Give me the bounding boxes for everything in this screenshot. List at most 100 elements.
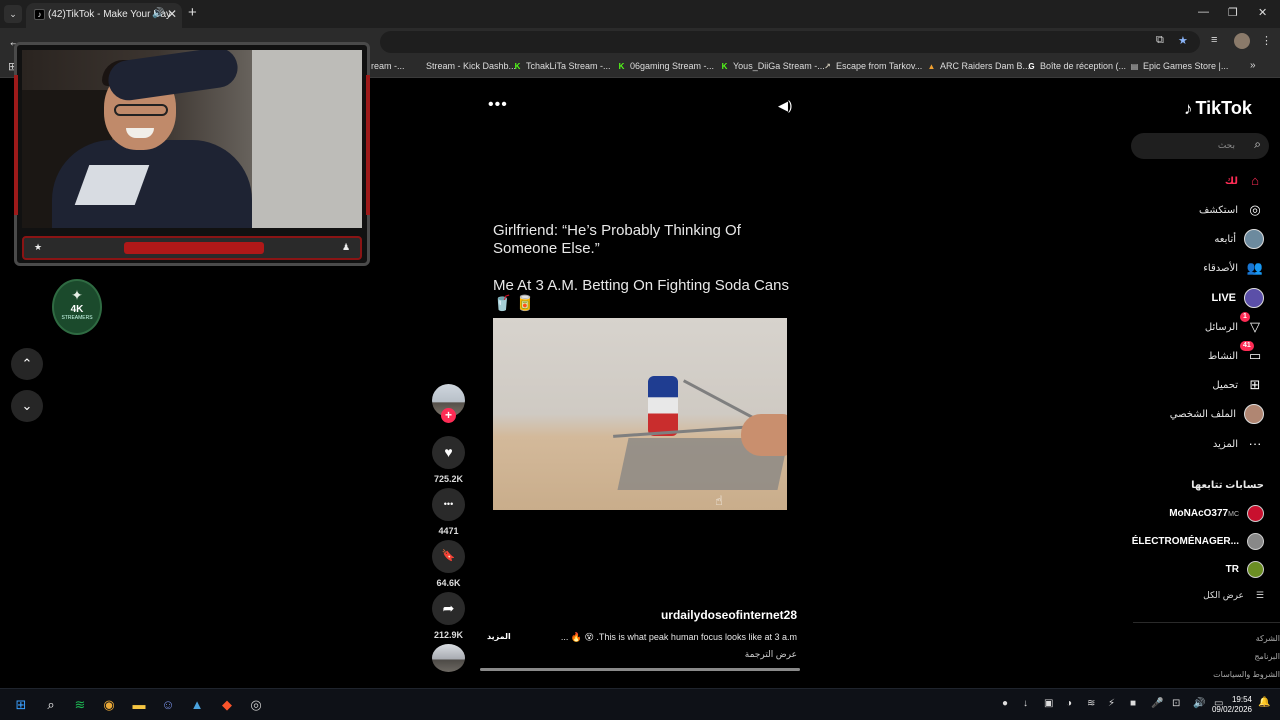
restore-button[interactable]: ❐ bbox=[1228, 6, 1238, 19]
followed-account[interactable]: TR bbox=[1226, 559, 1264, 579]
see-all-label: عرض الكل bbox=[1203, 590, 1244, 600]
activity-icon: ▭ 41 bbox=[1240, 341, 1264, 365]
video-progress-bar[interactable] bbox=[480, 668, 800, 671]
sidebar-item[interactable]: الملف الشخصي bbox=[1170, 403, 1264, 425]
discord-icon[interactable]: ☺ bbox=[157, 694, 179, 716]
comment-icon[interactable]: ••• bbox=[432, 488, 465, 521]
search-input[interactable]: بحث ⌕ bbox=[1131, 133, 1269, 159]
sidebar-item[interactable]: الأصدقاء 👥 bbox=[1203, 257, 1264, 279]
see-all-link[interactable]: عرض الكل ☰ bbox=[1203, 590, 1264, 601]
network-tray-icon[interactable]: ≋ bbox=[1087, 698, 1095, 709]
save-action[interactable]: 🔖 64.6K bbox=[432, 540, 465, 588]
arc-icon: ▲ bbox=[927, 61, 936, 71]
previous-video-button[interactable]: ⌃ bbox=[11, 348, 43, 380]
app-tray-icon[interactable]: ▣ bbox=[1044, 698, 1053, 709]
heart-icon[interactable]: ♥ bbox=[432, 436, 465, 469]
see-more-link[interactable]: المزيد bbox=[487, 632, 511, 641]
account-avatar bbox=[1247, 532, 1264, 550]
brave-icon[interactable]: ◆ bbox=[216, 694, 238, 716]
new-tab-button[interactable]: + bbox=[188, 5, 197, 21]
share-icon[interactable]: ➦ bbox=[432, 592, 465, 625]
video-player[interactable]: ☝ bbox=[493, 318, 787, 510]
sidebar-item-label: النشاط bbox=[1207, 350, 1238, 362]
steam-tray-icon[interactable]: ◑ bbox=[1066, 698, 1072, 709]
record-tray-icon[interactable]: ■ bbox=[1130, 698, 1136, 709]
sidebar-item-label: تحميل bbox=[1212, 379, 1238, 391]
volume-icon[interactable]: ◀) bbox=[778, 98, 792, 114]
tab-close-icon[interactable]: ✕ bbox=[167, 7, 177, 21]
sidebar-item-label: أتابعه bbox=[1214, 233, 1236, 245]
bookmark-item[interactable]: K Yous_DiiGa Stream -... bbox=[720, 61, 825, 71]
bookmark-label: TchakLiTa Stream -... bbox=[526, 61, 611, 71]
bookmark-item[interactable]: ▲ ARC Raiders Dam B... bbox=[927, 61, 1031, 71]
kick-icon: K bbox=[618, 61, 625, 71]
footer-link-program[interactable]: البرنامج bbox=[1254, 652, 1280, 661]
sidebar-item[interactable]: تحميل ⊞ bbox=[1212, 374, 1264, 396]
footer-link-terms[interactable]: الشروط والسياسات bbox=[1213, 670, 1280, 679]
follow-plus-icon[interactable]: + bbox=[441, 408, 456, 423]
sidebar-item[interactable]: لك ⌂ bbox=[1225, 170, 1264, 192]
footer-link-company[interactable]: الشركة bbox=[1256, 634, 1280, 643]
see-translation-link[interactable]: عرض الترجمة bbox=[690, 649, 797, 660]
video-soda-can bbox=[648, 376, 678, 436]
live-avatar-icon bbox=[1244, 288, 1264, 308]
share-action[interactable]: ➦ 212.9K bbox=[432, 592, 465, 640]
photos-icon[interactable]: ▲ bbox=[186, 694, 208, 716]
file-explorer-icon[interactable]: ▬ bbox=[128, 694, 150, 716]
power-tray-icon[interactable]: ⚡ bbox=[1108, 698, 1115, 709]
chrome-icon[interactable]: ◉ bbox=[98, 694, 120, 716]
bookmark-item[interactable]: G Boîte de réception (... bbox=[1027, 61, 1126, 71]
bookmark-label: Epic Games Store |... bbox=[1143, 61, 1229, 71]
obs-icon[interactable]: ◎ bbox=[245, 694, 267, 716]
spotify-tray-icon[interactable]: ● bbox=[1002, 698, 1008, 709]
followed-account[interactable]: ÉLECTROMÉNAGER... bbox=[1132, 531, 1264, 551]
search-icon[interactable]: ⌕ bbox=[1254, 137, 1261, 152]
music-disc-icon[interactable] bbox=[432, 644, 465, 672]
sidebar-item[interactable]: المزيد ··· bbox=[1213, 433, 1264, 455]
bookmark-icon[interactable]: 🔖 bbox=[432, 540, 465, 573]
chevron-up-icon: ⌃ bbox=[21, 356, 33, 371]
star-icon: ★ bbox=[34, 242, 43, 252]
bookmark-item[interactable]: ▤ Epic Games Store |... bbox=[1130, 61, 1229, 71]
system-clock[interactable]: 19:54 09/02/2026 bbox=[1202, 695, 1252, 715]
comment-action[interactable]: ••• 4471 bbox=[432, 488, 465, 536]
download-tray-icon[interactable]: ↓ bbox=[1023, 698, 1028, 709]
tab-list-button[interactable]: ⌄ bbox=[4, 5, 22, 23]
bookmark-item[interactable]: ↗ Escape from Tarkov... bbox=[823, 61, 922, 71]
display-icon[interactable]: ⊡ bbox=[1172, 698, 1180, 709]
search-icon[interactable]: ⌕ bbox=[40, 694, 62, 716]
browser-menu-icon[interactable]: ⋮ bbox=[1261, 34, 1272, 47]
profile-avatar[interactable] bbox=[1234, 33, 1250, 49]
sidebar-item-label: الأصدقاء bbox=[1203, 262, 1238, 274]
sidebar-item[interactable]: استكشف ◎ bbox=[1199, 199, 1264, 221]
bookmarks-overflow-icon[interactable]: » bbox=[1250, 60, 1256, 71]
video-more-options-icon[interactable]: ••• bbox=[488, 96, 508, 114]
microphone-icon[interactable]: 🎤 bbox=[1151, 698, 1163, 709]
bookmark-item[interactable]: K TchakLiTa Stream -... bbox=[513, 61, 611, 71]
notification-bell-icon[interactable]: 🔔 bbox=[1258, 697, 1270, 708]
cast-icon[interactable]: ⧉ bbox=[1156, 34, 1164, 47]
close-window-button[interactable]: ✕ bbox=[1258, 6, 1267, 19]
tab-audio-icon[interactable]: 🔊 bbox=[152, 8, 164, 19]
notification-badge: 41 bbox=[1240, 341, 1254, 351]
followed-account[interactable]: MoNAcO377MC bbox=[1169, 503, 1264, 523]
bookmark-item[interactable]: Stream - Kick Dashb... bbox=[413, 61, 516, 71]
sidebar-item[interactable]: أتابعه bbox=[1214, 228, 1264, 250]
spotify-icon[interactable]: ≋ bbox=[69, 694, 91, 716]
sidebar-item[interactable]: LIVE bbox=[1212, 287, 1264, 309]
media-controls-icon[interactable]: ≡ bbox=[1211, 34, 1217, 46]
browser-tab-tiktok[interactable]: ♪ (42)TikTok - Make Your Day 🔊 ✕ bbox=[26, 3, 182, 28]
sidebar-item[interactable]: الرسائل ▽ 1 bbox=[1205, 312, 1264, 338]
next-video-button[interactable]: ⌄ bbox=[11, 390, 43, 422]
like-action[interactable]: ♥ 725.2K bbox=[432, 436, 465, 484]
bookmark-item[interactable]: K 06gaming Stream -... bbox=[617, 61, 714, 71]
sidebar-item-label: لك bbox=[1224, 175, 1238, 187]
sidebar-item[interactable]: النشاط ▭ 41 bbox=[1207, 341, 1264, 367]
bookmark-label: 06gaming Stream -... bbox=[630, 61, 715, 71]
bookmark-star-icon[interactable]: ★ bbox=[1178, 34, 1188, 47]
address-bar[interactable] bbox=[380, 31, 1200, 53]
minimize-button[interactable]: — bbox=[1198, 6, 1209, 18]
video-author-name[interactable]: urdailydoseofinternet28 bbox=[640, 608, 797, 622]
start-icon[interactable]: ⊞ bbox=[10, 694, 32, 716]
tiktok-logo[interactable]: ♪ TikTok bbox=[1184, 98, 1252, 119]
